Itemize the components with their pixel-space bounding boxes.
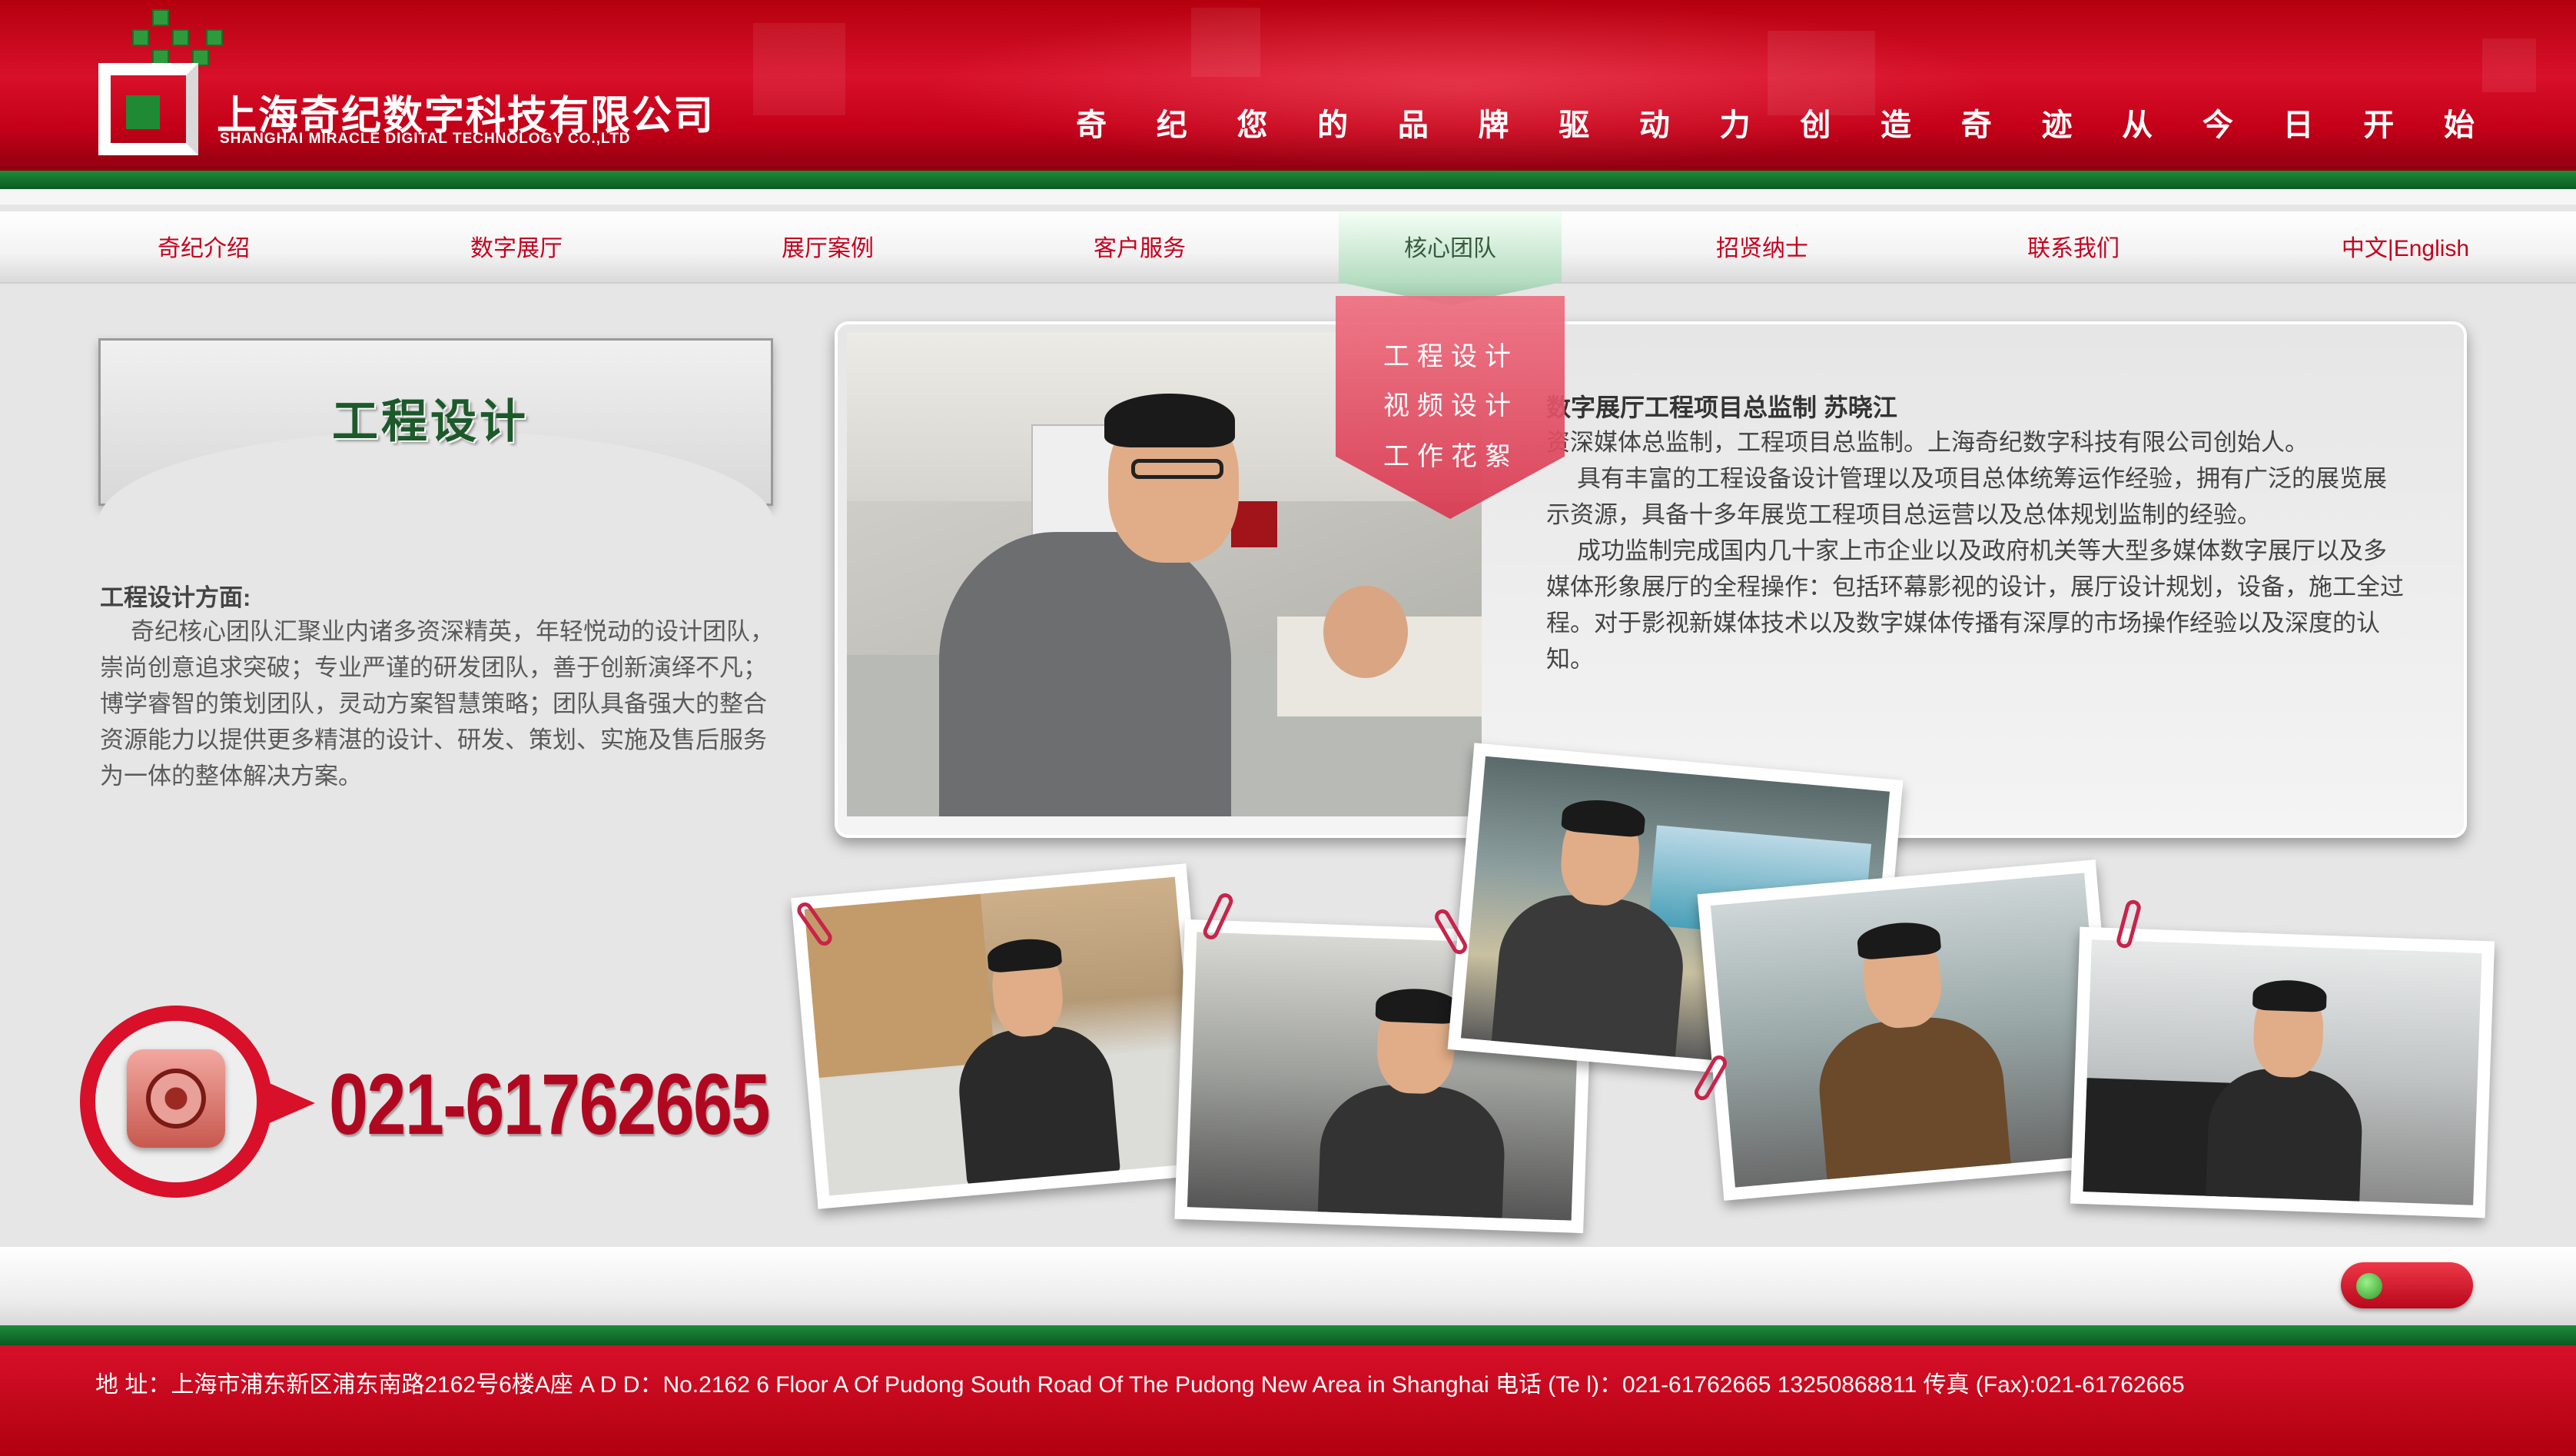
decor-square bbox=[1191, 8, 1260, 77]
nav-item-intro[interactable]: 奇纪介绍 bbox=[123, 211, 284, 282]
header-slogan: 奇纪您的品牌驱动力创造奇迹从今日开始 bbox=[1076, 100, 2475, 145]
description-body: 奇纪核心团队汇聚业内诸多资深精英，年轻悦动的设计团队，崇尚创意追求突破；专业严谨… bbox=[100, 618, 774, 789]
slogan-char: 今 bbox=[2202, 108, 2233, 142]
slogan-char: 日 bbox=[2282, 108, 2314, 142]
team-photo-5 bbox=[2070, 926, 2495, 1218]
dropdown-item-video[interactable]: 视频设计 bbox=[1383, 384, 1519, 422]
dropdown-item-work-moments[interactable]: 工作花絮 bbox=[1383, 435, 1519, 473]
slogan-char: 牌 bbox=[1478, 108, 1509, 142]
profile-title: 数字展厅工程项目总监制 苏晓江 bbox=[1546, 394, 1897, 421]
photo-hand bbox=[1323, 586, 1408, 678]
company-name-en: SHANGHAI MIRACLE DIGITAL TECHNOLOGY CO.,… bbox=[220, 131, 631, 147]
nav-item-contact[interactable]: 联系我们 bbox=[1993, 211, 2154, 282]
slogan-char: 驱 bbox=[1559, 108, 1590, 142]
logo-pixel bbox=[206, 29, 223, 46]
decor-square bbox=[753, 23, 845, 115]
nav-item-digital-hall[interactable]: 数字展厅 bbox=[436, 211, 597, 282]
shelf bbox=[804, 893, 995, 1078]
slogan-char: 动 bbox=[1638, 108, 1670, 142]
logo-pixel bbox=[152, 9, 169, 26]
team-photo-1 bbox=[791, 863, 1213, 1209]
header-white-stripe bbox=[0, 189, 2576, 204]
logo-core bbox=[126, 95, 160, 129]
slogan-char: 的 bbox=[1317, 108, 1349, 142]
logo-pixel bbox=[132, 29, 149, 46]
nav-item-cases[interactable]: 展厅案例 bbox=[747, 211, 908, 282]
slogan-char: 从 bbox=[2122, 108, 2153, 142]
logo-pixel bbox=[172, 29, 189, 46]
slogan-char: 创 bbox=[1800, 108, 1831, 142]
dropdown-item-engineering[interactable]: 工程设计 bbox=[1383, 335, 1519, 373]
slogan-char: 奇 bbox=[1960, 108, 1992, 142]
profile-line-1: 资深媒体总监制，工程项目总监制。上海奇纪数字科技有限公司创始人。 bbox=[1546, 429, 2309, 456]
slogan-char: 始 bbox=[2443, 108, 2475, 142]
slogan-char: 造 bbox=[1881, 108, 1912, 142]
nav-item-service[interactable]: 客户服务 bbox=[1059, 211, 1220, 282]
toggle-knob-icon bbox=[2356, 1273, 2382, 1299]
footer bbox=[0, 1345, 2576, 1456]
slogan-char: 迹 bbox=[2041, 108, 2073, 142]
company-logo[interactable] bbox=[98, 9, 223, 155]
footer-green-stripe bbox=[0, 1325, 2576, 1345]
nav-item-core-team[interactable]: 核心团队 bbox=[1339, 211, 1562, 282]
profile-paragraph-2: 具有丰富的工程设备设计管理以及项目总体统筹运作经验，拥有广泛的展览展示资源，具备… bbox=[1546, 465, 2387, 528]
nav-item-careers[interactable]: 招贤纳士 bbox=[1681, 211, 1843, 282]
nav-item-language[interactable]: 中文|English bbox=[2290, 211, 2521, 282]
slogan-char: 品 bbox=[1397, 108, 1429, 142]
decor-square bbox=[2482, 38, 2536, 92]
slogan-char: 力 bbox=[1719, 108, 1751, 142]
description-heading: 工程设计方面: bbox=[100, 584, 251, 611]
section-title: 工程设计 bbox=[332, 396, 529, 447]
main-nav: 奇纪介绍 数字展厅 展厅案例 客户服务 核心团队 招贤纳士 联系我们 中文|En… bbox=[0, 211, 2576, 284]
slogan-char: 纪 bbox=[1156, 108, 1187, 142]
photo-poster bbox=[1231, 501, 1277, 547]
team-photo-4 bbox=[1697, 859, 2123, 1201]
profile-paragraph-3: 成功监制完成国内几十家上市企业以及政府机关等大型多媒体数字展厅以及多媒体形象展厅… bbox=[1546, 537, 2404, 673]
header-green-stripe bbox=[0, 171, 2576, 189]
phone-number: 021-61762665 bbox=[329, 1056, 770, 1152]
profile-body: 资深媒体总监制，工程项目总监制。上海奇纪数字科技有限公司创始人。 具有丰富的工程… bbox=[1546, 424, 2407, 677]
footer-address: 地 址：上海市浦东新区浦东南路2162号6楼A座 A D D：No.2162 6… bbox=[95, 1372, 2185, 1398]
slogan-char: 您 bbox=[1237, 108, 1268, 142]
slogan-char: 奇 bbox=[1076, 108, 1107, 142]
slogan-char: 开 bbox=[2363, 108, 2395, 142]
phone-icon bbox=[146, 1069, 206, 1129]
bottom-band bbox=[0, 1247, 2576, 1325]
